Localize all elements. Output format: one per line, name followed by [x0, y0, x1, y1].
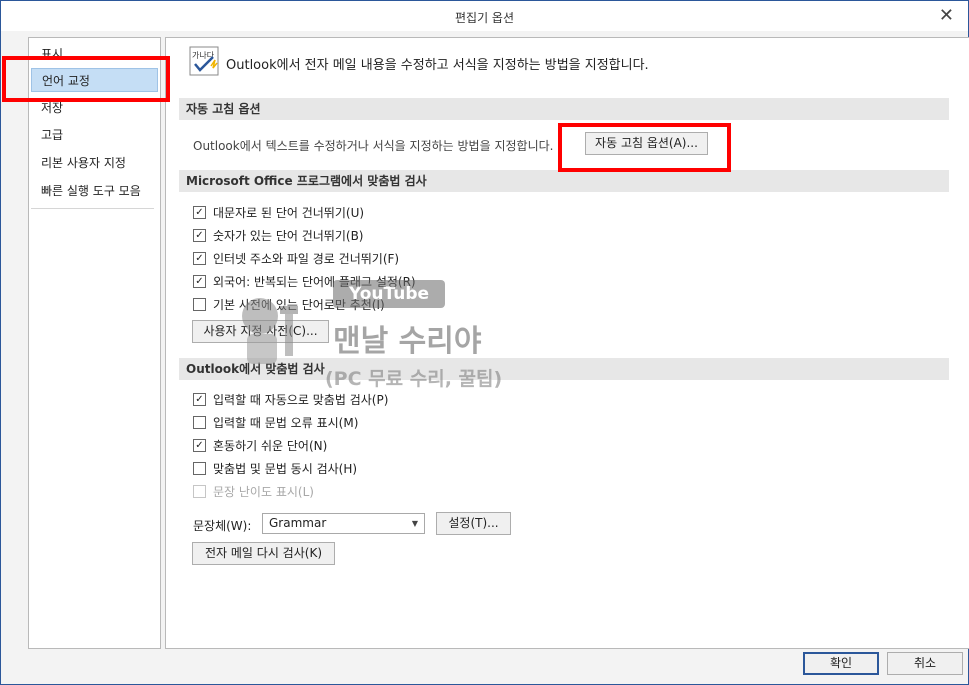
header-description: Outlook에서 전자 메일 내용을 수정하고 서식을 지정하는 방법을 지정… [226, 58, 649, 73]
section-outlook-spelling: Outlook에서 맞춤법 검사 [179, 358, 949, 380]
option-ignore-uppercase[interactable]: ✓ 대문자로 된 단어 건너뛰기(U) [193, 204, 364, 222]
option-check-grammar-with-spelling[interactable]: 맞춤법 및 문법 동시 검사(H) [193, 460, 357, 478]
title-bar: 편집기 옵션 ✕ [1, 1, 968, 31]
checkbox[interactable]: ✓ [193, 252, 206, 265]
grammar-settings-button[interactable]: 설정(T)... [436, 512, 511, 535]
checkbox[interactable] [193, 298, 206, 311]
cancel-button[interactable]: 취소 [887, 652, 963, 675]
checkbox[interactable]: ✓ [193, 275, 206, 288]
option-flag-repeated-words[interactable]: ✓ 외국어: 반복되는 단어에 플래그 설정(R) [193, 273, 416, 291]
option-suggest-main-dictionary[interactable]: 기본 사전에 있는 단어로만 추천(I) [193, 296, 385, 314]
recheck-email-button[interactable]: 전자 메일 다시 검사(K) [192, 542, 335, 565]
checkbox [193, 485, 206, 498]
dialog-title: 편집기 옵션 [454, 11, 514, 25]
checkbox[interactable]: ✓ [193, 439, 206, 452]
option-show-readability-statistics: 문장 난이도 표시(L) [193, 483, 314, 501]
checkbox[interactable]: ✓ [193, 393, 206, 406]
sidebar-item-advanced[interactable]: 고급 [31, 123, 158, 147]
editor-options-dialog: 편집기 옵션 ✕ 표시 언어 교정 저장 고급 리본 사용자 지정 빠른 실행 … [0, 0, 969, 685]
checkbox[interactable] [193, 416, 206, 429]
writing-style-label: 문장체(W): [193, 519, 252, 533]
option-mark-grammar-errors[interactable]: 입력할 때 문법 오류 표시(M) [193, 414, 358, 432]
section-office-spelling: Microsoft Office 프로그램에서 맞춤법 검사 [179, 170, 949, 192]
custom-dictionaries-button[interactable]: 사용자 지정 사전(C)... [192, 320, 329, 343]
autocorrect-description: Outlook에서 텍스트를 수정하거나 서식을 지정하는 방법을 지정합니다. [193, 139, 554, 153]
writing-style-select[interactable]: Grammar ▼ [262, 513, 425, 534]
sidebar-item-save[interactable]: 저장 [31, 96, 158, 120]
writing-style-value: Grammar [269, 516, 327, 530]
category-sidebar: 표시 언어 교정 저장 고급 리본 사용자 지정 빠른 실행 도구 모음 [28, 37, 161, 649]
option-check-spelling-as-you-type[interactable]: ✓ 입력할 때 자동으로 맞춤법 검사(P) [193, 391, 388, 409]
option-frequently-confused-words[interactable]: ✓ 혼동하기 쉬운 단어(N) [193, 437, 327, 455]
close-icon[interactable]: ✕ [939, 5, 954, 26]
option-ignore-numbers[interactable]: ✓ 숫자가 있는 단어 건너뛰기(B) [193, 227, 363, 245]
sidebar-divider [31, 208, 154, 209]
checkbox[interactable] [193, 462, 206, 475]
sidebar-item-customize-ribbon[interactable]: 리본 사용자 지정 [31, 151, 158, 175]
checkbox[interactable]: ✓ [193, 206, 206, 219]
proofing-abc-check-icon: 가나다 [189, 46, 219, 76]
checkbox[interactable]: ✓ [193, 229, 206, 242]
section-autocorrect: 자동 고침 옵션 [179, 98, 949, 120]
sidebar-item-display[interactable]: 표시 [31, 42, 158, 66]
dropdown-arrow-icon: ▼ [411, 519, 418, 528]
proofing-panel: 가나다 Outlook에서 전자 메일 내용을 수정하고 서식을 지정하는 방법… [165, 37, 969, 649]
sidebar-item-proofing[interactable]: 언어 교정 [31, 68, 158, 92]
option-ignore-internet-paths[interactable]: ✓ 인터넷 주소와 파일 경로 건너뛰기(F) [193, 250, 399, 268]
autocorrect-options-button[interactable]: 자동 고침 옵션(A)... [585, 132, 708, 155]
ok-button[interactable]: 확인 [803, 652, 879, 675]
sidebar-item-quick-access-toolbar[interactable]: 빠른 실행 도구 모음 [31, 179, 158, 203]
